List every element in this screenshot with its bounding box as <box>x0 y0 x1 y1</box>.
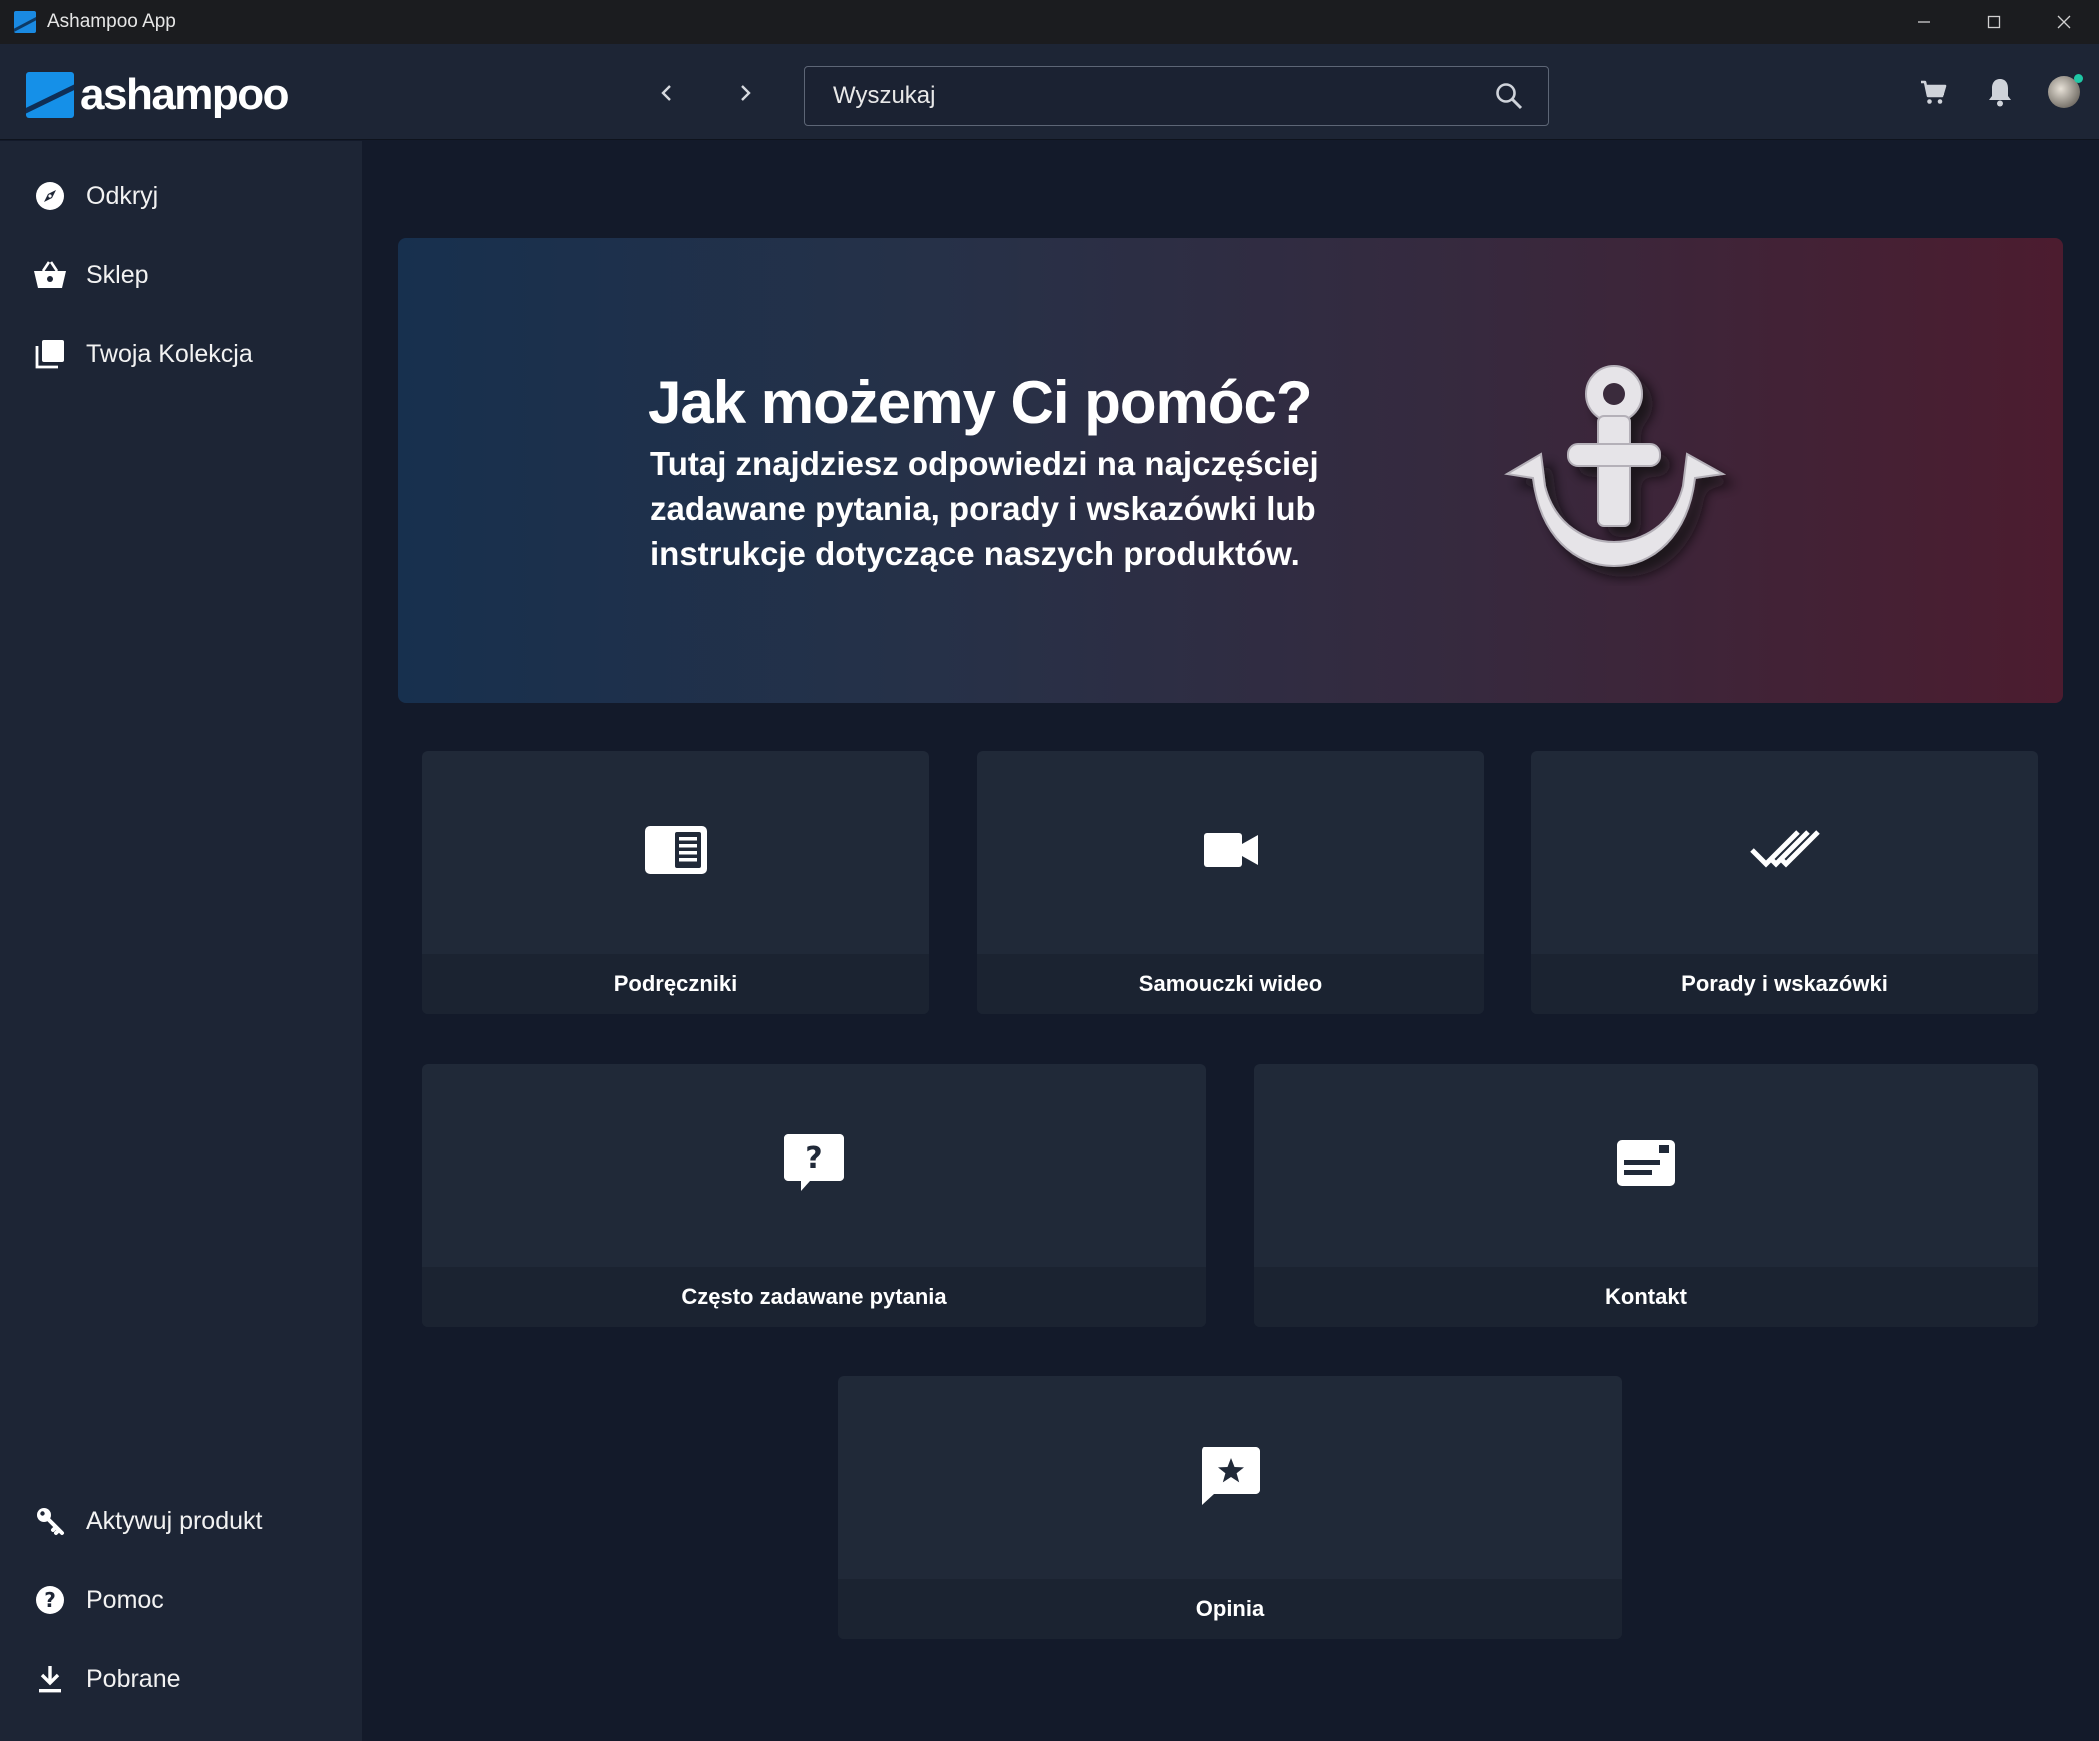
card-label-area: Samouczki wideo <box>977 954 1484 1014</box>
faq-icon: ? <box>782 1131 846 1200</box>
card-icon-area <box>422 751 929 954</box>
card-label-area: Podręczniki <box>422 954 929 1014</box>
ashampoo-logo-mark-icon <box>26 72 74 118</box>
card-samouczki-wideo[interactable]: Samouczki wideo <box>977 751 1484 1014</box>
card-label: Często zadawane pytania <box>681 1284 947 1309</box>
avatar[interactable] <box>2044 72 2084 112</box>
sidebar-item-label: Odkryj <box>86 181 159 210</box>
contact-icon <box>1615 1138 1677 1193</box>
collection-icon <box>32 336 68 372</box>
sidebar-item-label: Pomoc <box>86 1585 164 1614</box>
sidebar-item-label: Pobrane <box>86 1664 181 1693</box>
sidebar-item-label: Aktywuj produkt <box>86 1506 263 1535</box>
back-arrow-icon[interactable] <box>647 73 687 113</box>
logo-text: ashampoo <box>80 70 290 119</box>
card-label-area: Opinia <box>838 1579 1622 1639</box>
feedback-star-icon <box>1198 1444 1262 1511</box>
compass-icon <box>32 178 68 214</box>
card-label: Porady i wskazówki <box>1681 971 1888 996</box>
minimize-icon[interactable] <box>1889 0 1959 44</box>
online-status-dot <box>2074 74 2083 83</box>
card-label: Kontakt <box>1605 1284 1687 1309</box>
card-label: Samouczki wideo <box>1138 971 1323 996</box>
help-hero-banner: Jak możemy Ci pomóc? Tutaj znajdziesz od… <box>398 238 2063 703</box>
sidebar-item-pomoc[interactable]: ? Pomoc <box>32 1580 164 1620</box>
card-icon-area <box>1254 1064 2038 1267</box>
cart-icon[interactable] <box>1913 72 1953 112</box>
card-icon-area <box>977 751 1484 954</box>
sidebar-item-twoja-kolekcja[interactable]: Twoja Kolekcja <box>32 334 253 374</box>
card-icon-area <box>1531 751 2038 954</box>
user-avatar-image <box>2048 74 2083 108</box>
window-controls <box>1889 0 2099 44</box>
card-podreczniki[interactable]: Podręczniki <box>422 751 929 1014</box>
card-czesto-zadawane-pytania[interactable]: ? Często zadawane pytania <box>422 1064 1206 1327</box>
basket-icon <box>32 257 68 293</box>
double-check-icon <box>1749 828 1821 877</box>
key-icon <box>32 1503 68 1539</box>
card-label-area: Kontakt <box>1254 1267 2038 1327</box>
sidebar-item-label: Sklep <box>86 260 149 289</box>
hero-title: Jak możemy Ci pomóc? <box>648 369 1313 436</box>
forward-arrow-icon[interactable] <box>725 73 765 113</box>
maximize-icon[interactable] <box>1959 0 2029 44</box>
svg-text:?: ? <box>805 1141 822 1176</box>
card-kontakt[interactable]: Kontakt <box>1254 1064 2038 1327</box>
ashampoo-logo[interactable]: ashampoo <box>26 70 290 120</box>
window-title: Ashampoo App <box>47 11 176 32</box>
card-icon-area <box>838 1376 1622 1579</box>
card-label: Podręczniki <box>613 971 738 996</box>
hero-subtitle: Tutaj znajdziesz odpowiedzi na najczęści… <box>650 445 1319 572</box>
sidebar-item-label: Twoja Kolekcja <box>86 339 253 368</box>
sidebar-item-sklep[interactable]: Sklep <box>32 255 149 295</box>
close-icon[interactable] <box>2029 0 2099 44</box>
bell-icon[interactable] <box>1980 72 2020 112</box>
anchor-icon <box>1483 356 1753 586</box>
card-label: Opinia <box>1195 1596 1265 1621</box>
video-camera-icon <box>1202 830 1260 875</box>
download-icon <box>32 1661 68 1697</box>
window-titlebar: Ashampoo App <box>0 0 2099 44</box>
card-icon-area: ? <box>422 1064 1206 1267</box>
card-porady-i-wskazowki[interactable]: Porady i wskazówki <box>1531 751 2038 1014</box>
help-icon: ? <box>32 1582 68 1618</box>
svg-text:?: ? <box>44 1588 56 1612</box>
search-box[interactable] <box>804 66 1549 126</box>
app-logo-icon <box>14 11 36 33</box>
sidebar-item-odkryj[interactable]: Odkryj <box>32 176 158 216</box>
card-opinia[interactable]: Opinia <box>838 1376 1622 1639</box>
card-label-area: Często zadawane pytania <box>422 1267 1206 1327</box>
sidebar-item-aktywuj-produkt[interactable]: Aktywuj produkt <box>32 1501 262 1541</box>
manual-icon <box>643 824 709 881</box>
sidebar-item-pobrane[interactable]: Pobrane <box>32 1659 181 1699</box>
card-label-area: Porady i wskazówki <box>1531 954 2038 1014</box>
search-icon[interactable] <box>1494 81 1524 116</box>
search-input[interactable] <box>833 82 1473 110</box>
